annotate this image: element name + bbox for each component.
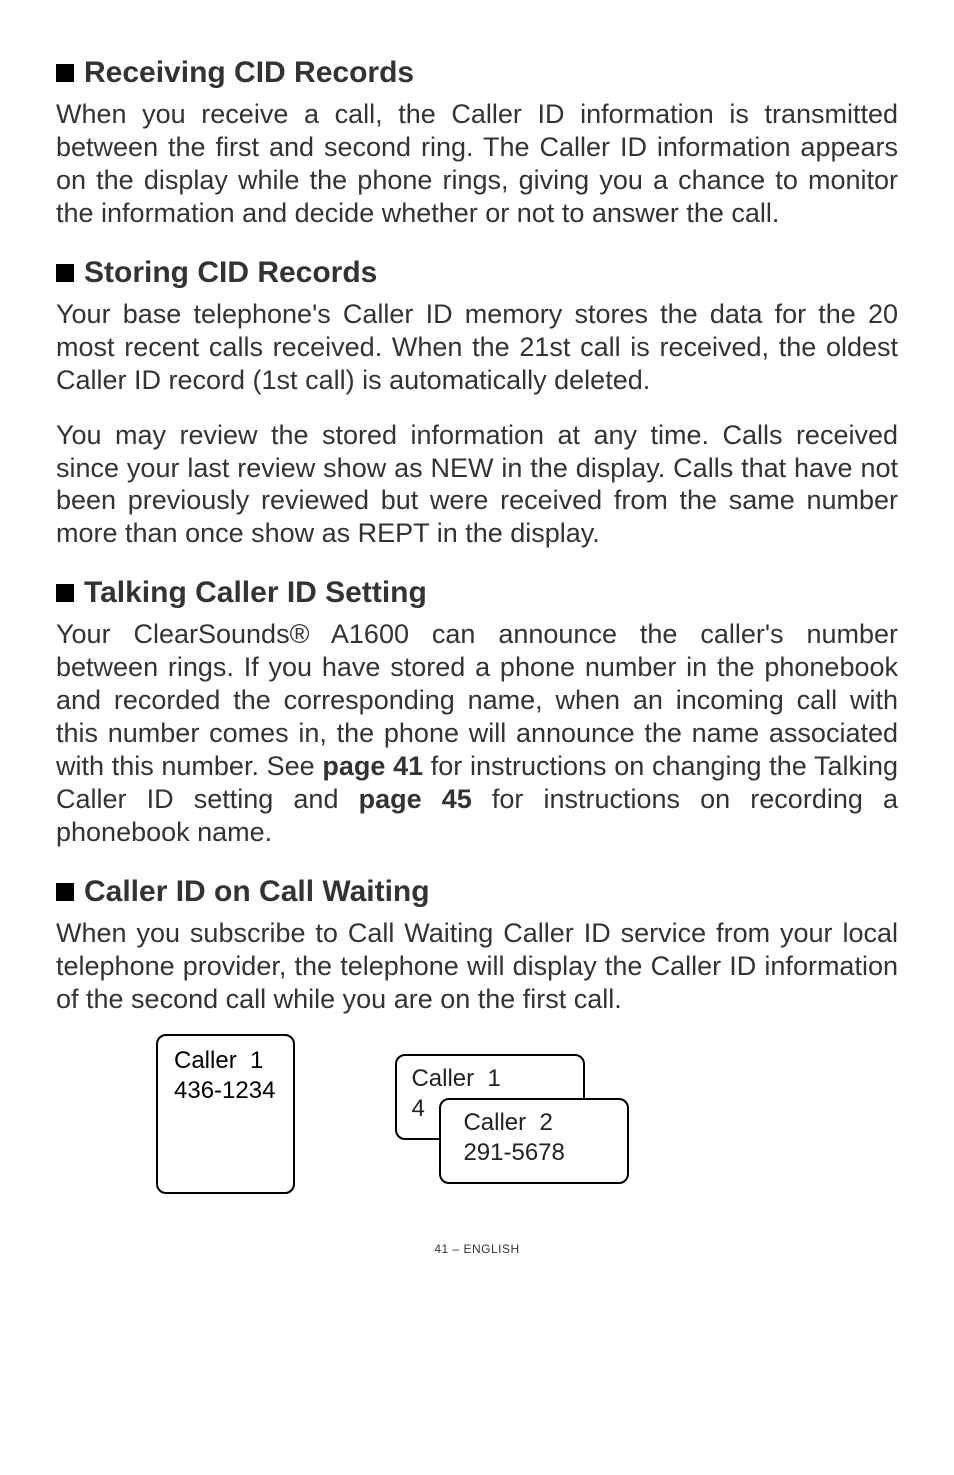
heading-title: Receiving CID Records [84, 56, 414, 90]
heading-title: Talking Caller ID Setting [84, 576, 427, 610]
display-line: Caller 2 [463, 1109, 552, 1136]
section-receiving-cid-records: Receiving CID Records When you receive a… [56, 56, 898, 230]
display-line: Caller 1 [411, 1065, 500, 1092]
section-caller-id-on-call-waiting: Caller ID on Call Waiting When you subsc… [56, 875, 898, 1194]
display-line: 291-5678 [463, 1139, 564, 1166]
heading-row: Storing CID Records [56, 256, 898, 290]
paragraph: When you receive a call, the Caller ID i… [56, 98, 898, 230]
heading-title: Storing CID Records [84, 256, 377, 290]
page-content: Receiving CID Records When you receive a… [0, 0, 954, 1296]
heading-row: Caller ID on Call Waiting [56, 875, 898, 909]
display-line: 4 [411, 1095, 424, 1122]
square-bullet-icon [56, 264, 74, 282]
paragraph: You may review the stored information at… [56, 419, 898, 551]
section-storing-cid-records: Storing CID Records Your base telephone'… [56, 256, 898, 551]
page-footer: 41 – ENGLISH [56, 1242, 898, 1256]
square-bullet-icon [56, 584, 74, 602]
paragraph: When you subscribe to Call Waiting Calle… [56, 917, 898, 1016]
display-box-stack: Caller 1 4 Caller 2 291-5678 [395, 1054, 635, 1194]
heading-row: Receiving CID Records [56, 56, 898, 90]
heading-row: Talking Caller ID Setting [56, 576, 898, 610]
heading-title: Caller ID on Call Waiting [84, 875, 430, 909]
display-figures: Caller 1 436-1234 Caller 1 4 Caller 2 29… [56, 1034, 898, 1194]
display-box-front: Caller 2 291-5678 [439, 1098, 629, 1184]
paragraph-gap [56, 397, 898, 419]
paragraph: Your base telephone's Caller ID memory s… [56, 298, 898, 397]
section-talking-caller-id-setting: Talking Caller ID Setting Your ClearSoun… [56, 576, 898, 849]
display-box-single: Caller 1 436-1234 [156, 1034, 295, 1194]
display-line: 436-1234 [174, 1077, 275, 1104]
square-bullet-icon [56, 883, 74, 901]
square-bullet-icon [56, 64, 74, 82]
display-line: Caller 1 [174, 1047, 263, 1074]
paragraph: Your ClearSounds® A1600 can announce the… [56, 618, 898, 849]
